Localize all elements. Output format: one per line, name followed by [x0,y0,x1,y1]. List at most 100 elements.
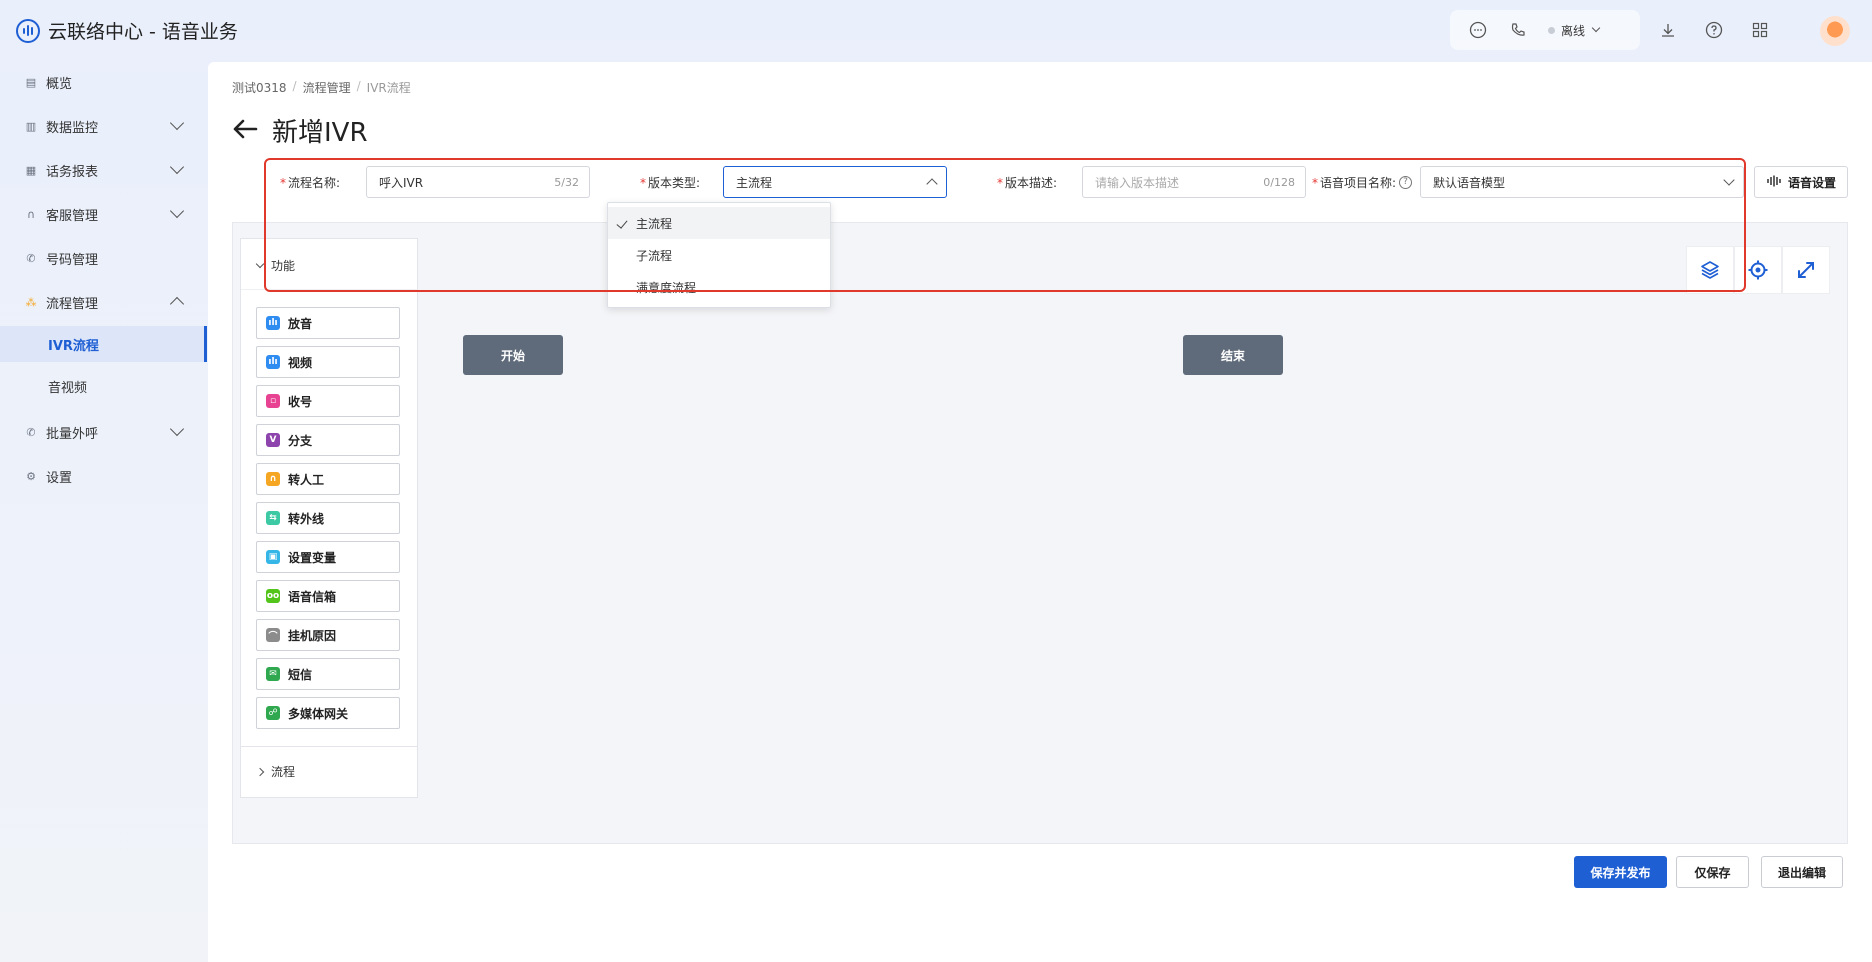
monitor-icon: ▥ [25,119,37,133]
component-panel: 功能 ılı 放音 ılı 视频 ▫ 收号 V 分支 ∩ 转人工 ⇆ 转外线 ▣ [240,238,418,798]
sidebar-item-outbound[interactable]: ✆ 批量外呼 [0,412,207,452]
sidebar-item-agents[interactable]: ∩ 客服管理 [0,194,207,234]
top-tools: 离线 [1450,10,1640,50]
help-icon[interactable] [1704,20,1724,40]
dropdown-option-label: 子流程 [636,248,673,263]
component-label: 多媒体网关 [288,706,349,721]
func-section-header[interactable]: 功能 [255,257,296,274]
sidebar-item-numbers[interactable]: ✆ 号码管理 [0,238,207,278]
flow-icon: ⁂ [25,295,37,309]
component-video[interactable]: ılı 视频 [256,346,400,378]
component-label: 挂机原因 [288,628,337,643]
type-field-wrap: 主流程 [723,166,947,198]
back-arrow-icon[interactable] [232,117,258,145]
version-desc-input[interactable]: 请输入版本描述 0/128 [1082,166,1306,198]
chevron-down-icon [255,259,265,269]
sidebar: ▤ 概览 ▥ 数据监控 ▦ 话务报表 ∩ 客服管理 ✆ 号码管理 ⁂ 流程管理 … [0,62,207,962]
component-label: 短信 [288,667,313,682]
component-label: 放音 [288,316,313,331]
chevron-down-icon [169,203,185,219]
chat-icon[interactable] [1468,20,1488,40]
download-icon[interactable] [1658,20,1678,40]
sidebar-item-overview[interactable]: ▤ 概览 [0,62,207,102]
status-dropdown[interactable]: 离线 [1548,22,1601,39]
sidebar-item-flow[interactable]: ⁂ 流程管理 [0,282,207,322]
component-label: 分支 [288,433,313,448]
save-publish-button[interactable]: 保存并发布 [1574,856,1667,888]
sidebar-sub-ivr[interactable]: IVR流程 [0,326,207,362]
phone-icon[interactable] [1508,20,1528,40]
sidebar-item-label: 设置 [46,470,73,486]
component-sms[interactable]: ✉ 短信 [256,658,400,690]
right-tools [1658,20,1770,40]
layers-icon[interactable] [1686,246,1734,294]
status-dot [1548,26,1555,34]
sidebar-sub-av[interactable]: 音视频 [0,368,207,404]
type-label-wrap: * 版本类型: [640,166,700,198]
flow-name-input[interactable]: 呼入IVR 5/32 [366,166,590,198]
main-content: 测试0318 / 流程管理 / IVR流程 新增IVR * 流程名称: 呼入IVR… [208,62,1872,962]
voice-settings-button[interactable]: 语音设置 [1754,166,1848,198]
dropdown-option-satisfaction[interactable]: 满意度流程 [608,271,830,303]
voice-project-select[interactable]: 默认语音模型 [1420,166,1744,198]
component-set-variable[interactable]: ▣ 设置变量 [256,541,400,573]
avatar[interactable] [1820,16,1850,46]
component-play-audio[interactable]: ılı 放音 [256,307,400,339]
locate-icon[interactable] [1734,246,1782,294]
flow-canvas[interactable] [232,222,1848,844]
component-media-gateway[interactable]: ☍ 多媒体网关 [256,697,400,729]
sidebar-item-label: 批量外呼 [46,426,99,442]
component-hangup-reason[interactable]: ⌒ 挂机原因 [256,619,400,651]
component-transfer-external[interactable]: ⇆ 转外线 [256,502,400,534]
brand-logo-icon [16,18,40,43]
component-label: 转人工 [288,472,325,487]
chevron-down-icon [169,115,185,131]
breadcrumb-item[interactable]: 流程管理 [303,79,351,96]
grid-icon[interactable] [1750,20,1770,40]
voice-settings-label: 语音设置 [1787,175,1836,190]
breadcrumb-separator: / [356,79,361,93]
exit-edit-button[interactable]: 退出编辑 [1761,856,1843,888]
flow-section-header[interactable]: 流程 [255,763,296,780]
desc-label: * 版本描述: [997,175,1058,190]
sidebar-item-report[interactable]: ▦ 话务报表 [0,150,207,190]
keypad-icon: ▫ [266,394,280,408]
dropdown-option-sub[interactable]: 子流程 [608,239,830,271]
breadcrumb-current: IVR流程 [366,81,411,95]
report-icon: ▦ [25,163,37,177]
component-collect-digits[interactable]: ▫ 收号 [256,385,400,417]
component-transfer-agent[interactable]: ∩ 转人工 [256,463,400,495]
top-bar: 云联络中心 - 语音业务 离线 [0,0,1872,62]
chevron-down-icon [169,159,185,175]
component-branch[interactable]: V 分支 [256,424,400,456]
transfer-icon: ⇆ [266,511,280,525]
end-node[interactable]: 结束 [1183,335,1283,375]
start-node[interactable]: 开始 [463,335,563,375]
voice-label-wrap: * 语音项目名称: ? [1312,166,1413,198]
chevron-up-icon [169,296,185,312]
sidebar-item-settings[interactable]: ⚙ 设置 [0,456,207,496]
component-label: 转外线 [288,511,325,526]
page-title-text: 新增IVR [272,118,368,148]
dropdown-option-main[interactable]: 主流程 [608,207,830,239]
headset-icon: ∩ [266,472,280,486]
component-voicemail[interactable]: oo 语音信箱 [256,580,400,612]
chevron-down-icon [169,421,185,437]
check-icon [616,217,628,229]
branch-icon: V [266,433,280,447]
chevron-right-icon [255,767,265,776]
dropdown-option-label: 满意度流程 [636,280,697,295]
save-only-button[interactable]: 仅保存 [1676,856,1749,888]
version-type-select[interactable]: 主流程 [723,166,947,198]
component-label: 视频 [288,355,313,370]
help-icon[interactable]: ? [1399,175,1413,189]
sidebar-item-monitor[interactable]: ▥ 数据监控 [0,106,207,146]
page-title: 新增IVR [232,112,368,149]
flow-name-count: 5/32 [554,175,579,189]
breadcrumb-item[interactable]: 测试0318 [232,79,287,96]
fullscreen-icon[interactable] [1782,246,1830,294]
func-section-title: 功能 [271,259,296,273]
flow-section-title: 流程 [271,765,296,779]
version-desc-count: 0/128 [1263,175,1295,189]
waveform-icon [1766,175,1782,190]
